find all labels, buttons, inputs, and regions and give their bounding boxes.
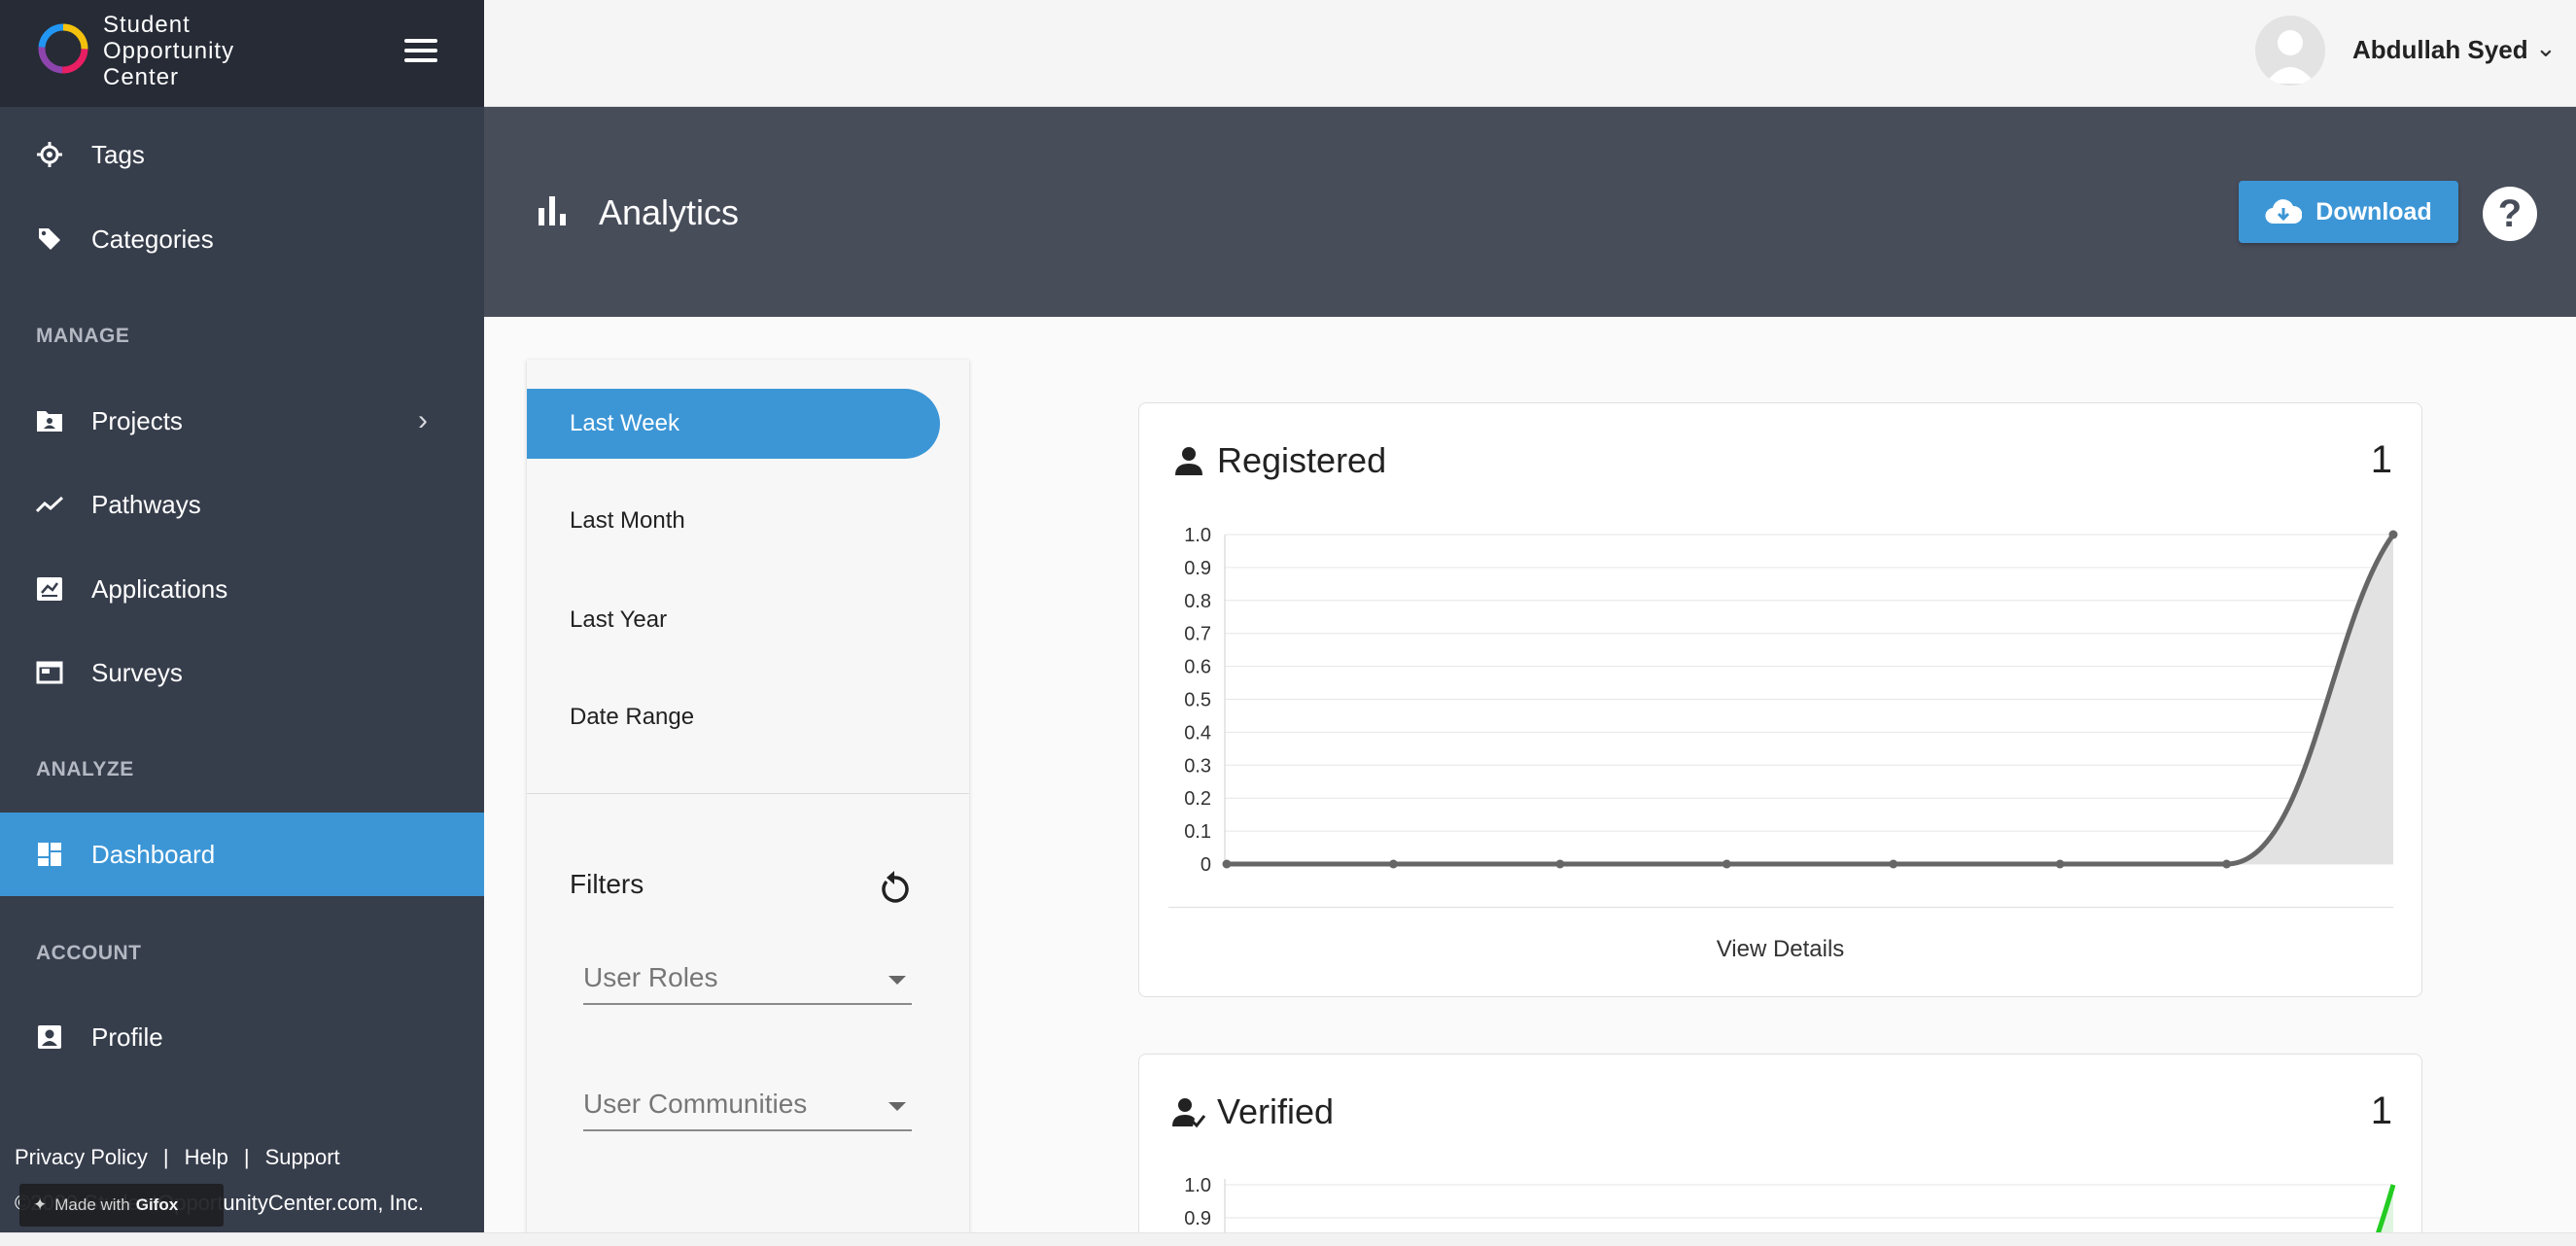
tag-icon: [35, 225, 64, 254]
link-separator: |: [243, 1145, 250, 1169]
range-date-range[interactable]: Date Range: [527, 682, 940, 752]
footer-links: Privacy Policy | Help | Support: [15, 1145, 340, 1170]
view-details-link[interactable]: View Details: [1139, 936, 2421, 963]
brand-line: Opportunity: [103, 38, 235, 64]
sidebar-item-label: Surveys: [91, 657, 183, 687]
dropdown-arrow-icon: [888, 976, 906, 985]
data-point: [1222, 859, 1232, 869]
logo: [38, 23, 88, 74]
y-tick-label: 0.2: [1184, 788, 1211, 810]
gifox-icon: ✦: [33, 1195, 48, 1214]
data-point: [1388, 859, 1398, 869]
menu-toggle-icon[interactable]: [404, 39, 437, 66]
data-point: [1722, 859, 1731, 869]
sidebar-item-label: Dashboard: [91, 839, 216, 869]
download-button[interactable]: Download: [2239, 181, 2458, 243]
verified-chart: 0.9 1.0: [1184, 1175, 2396, 1246]
filters-title: Filters: [570, 869, 644, 899]
dashboard-icon: [35, 840, 64, 869]
user-name[interactable]: Abdullah Syed: [2352, 35, 2528, 65]
y-tick-label: 0.5: [1184, 690, 1211, 711]
made-with-brand: Gifox: [135, 1195, 179, 1214]
brand-bar: Student Opportunity Center: [0, 0, 484, 107]
target-icon: [35, 140, 64, 169]
section-heading-manage: MANAGE: [36, 325, 130, 347]
sidebar-item-label: Categories: [91, 224, 214, 254]
sidebar-item-surveys[interactable]: Surveys: [0, 631, 484, 714]
sidebar-item-label: Tags: [91, 139, 145, 169]
y-tick-label: 0: [1201, 854, 1211, 876]
sidebar-item-pathways[interactable]: Pathways: [0, 463, 484, 546]
privacy-policy-link[interactable]: Privacy Policy: [15, 1145, 148, 1169]
made-with-gifox-badge: ✦ Made with Gifox: [19, 1184, 224, 1227]
made-with-label: Made with: [54, 1195, 130, 1214]
trend-icon: [35, 490, 64, 519]
brand-name: Student Opportunity Center: [103, 12, 234, 90]
page-header: Analytics Download ?: [484, 107, 2576, 317]
y-tick-label: 0.7: [1184, 624, 1211, 645]
y-tick-label: 1.0: [1184, 525, 1211, 546]
brand-line: Student: [103, 12, 191, 38]
y-tick-label: 0.3: [1184, 755, 1211, 777]
support-link[interactable]: Support: [265, 1145, 340, 1169]
sidebar-item-profile[interactable]: Profile: [0, 995, 484, 1079]
brand-line: Center: [103, 64, 180, 90]
card-divider: [1168, 907, 2393, 908]
sidebar-item-label: Profile: [91, 1021, 163, 1052]
link-separator: |: [162, 1145, 169, 1169]
download-label: Download: [2315, 197, 2432, 225]
application-icon: [35, 574, 64, 604]
filter-panel: Last Week Last Month Last Year Date Rang…: [527, 360, 969, 1246]
data-point: [2055, 859, 2065, 869]
registered-card: Registered 1 0 0.1 0.2 0.3 0.4 0.5 0.6 0.7 0.8 0.…: [1138, 402, 2422, 997]
dropdown-arrow-icon: [888, 1102, 906, 1111]
bottom-edge: [0, 1232, 2576, 1246]
sidebar: Student Opportunity Center Tags Categori…: [0, 0, 484, 1246]
bar-chart-icon: [539, 196, 566, 225]
verified-card: Verified 1 0.9 1.0: [1138, 1054, 2422, 1246]
y-tick-label: 0.8: [1184, 591, 1211, 612]
y-tick-label: 0.9: [1184, 1208, 1211, 1229]
sidebar-item-label: Projects: [91, 405, 183, 435]
y-tick-label: 0.4: [1184, 722, 1211, 744]
section-heading-analyze: ANALYZE: [36, 758, 134, 780]
y-tick-label: 0.9: [1184, 558, 1211, 579]
avatar[interactable]: [2255, 16, 2325, 86]
folder-user-icon: [35, 406, 64, 435]
top-bar: Abdullah Syed ⌄: [484, 0, 2576, 107]
divider: [527, 793, 969, 794]
registered-chart: 0 0.1 0.2 0.3 0.4 0.5 0.6 0.7 0.8 0.9 1.0: [1184, 525, 2398, 876]
sidebar-item-categories[interactable]: Categories: [0, 197, 484, 281]
data-point: [1889, 859, 1898, 869]
data-point: [1555, 859, 1565, 869]
page-title: Analytics: [599, 192, 740, 232]
select-label: User Communities: [583, 1089, 808, 1119]
help-link[interactable]: Help: [185, 1145, 228, 1169]
cloud-download-icon: [2265, 199, 2303, 225]
chevron-down-icon[interactable]: ⌄: [2535, 33, 2557, 63]
sidebar-item-label: Pathways: [91, 489, 201, 519]
y-tick-label: 0.6: [1184, 657, 1211, 678]
chevron-right-icon: ›: [418, 404, 428, 436]
data-point: [2388, 530, 2398, 539]
sidebar-item-label: Applications: [91, 573, 228, 604]
sidebar-item-dashboard[interactable]: Dashboard: [0, 813, 484, 896]
y-tick-label: 1.0: [1184, 1175, 1211, 1196]
section-heading-account: ACCOUNT: [36, 942, 142, 964]
range-last-week[interactable]: Last Week: [527, 389, 940, 459]
user-roles-select[interactable]: User Roles: [583, 954, 912, 1005]
sidebar-item-applications[interactable]: Applications: [0, 547, 484, 631]
data-point: [2222, 859, 2232, 869]
sidebar-item-tags[interactable]: Tags: [0, 113, 484, 196]
range-last-month[interactable]: Last Month: [527, 486, 940, 556]
survey-icon: [35, 658, 64, 687]
range-last-year[interactable]: Last Year: [527, 585, 940, 655]
reset-icon[interactable]: [875, 869, 914, 908]
user-communities-select[interactable]: User Communities: [583, 1081, 912, 1131]
y-tick-label: 0.1: [1184, 821, 1211, 843]
help-button[interactable]: ?: [2483, 187, 2537, 241]
sidebar-item-projects[interactable]: Projects ›: [0, 379, 484, 463]
select-label: User Roles: [583, 962, 718, 992]
profile-icon: [35, 1022, 64, 1052]
